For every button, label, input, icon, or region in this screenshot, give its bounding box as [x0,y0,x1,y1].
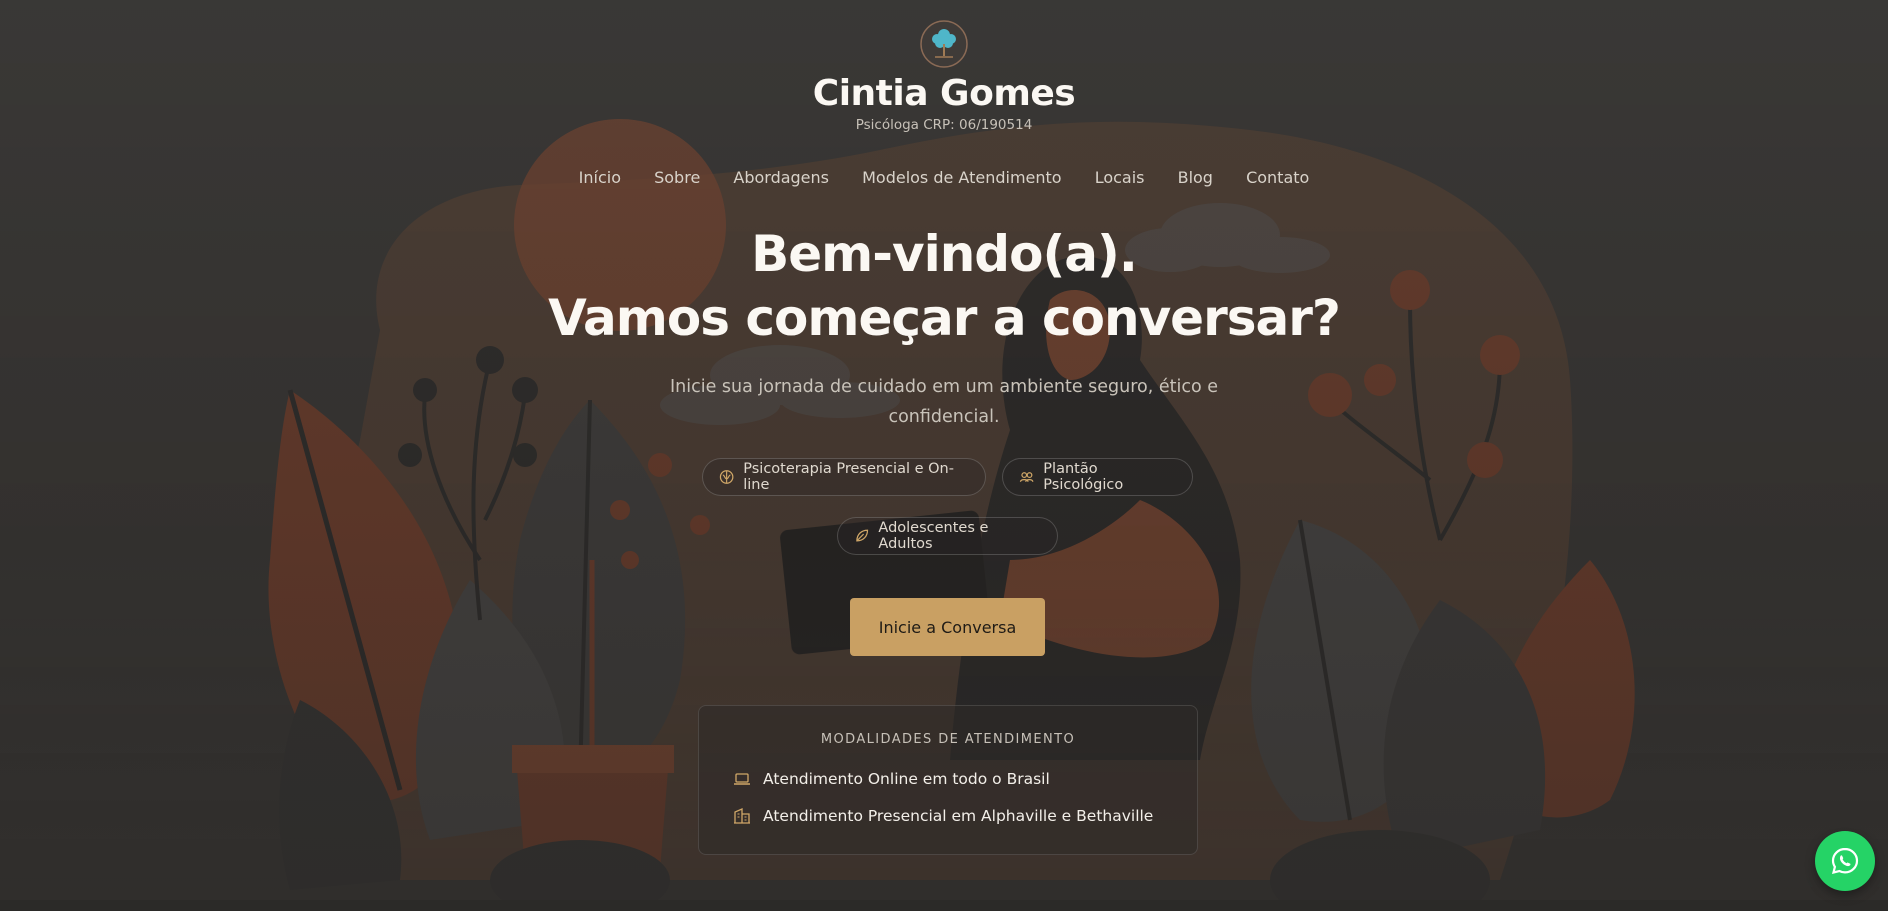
modalities-title: MODALIDADES DE ATENDIMENTO [820,732,1076,747]
headline-line-2: Vamos começar a conversar? [548,289,1341,347]
start-conversation-button[interactable]: Inicie a Conversa [850,598,1045,656]
nav-item-modelos[interactable]: Modelos de Atendimento [862,168,1062,187]
nav-item-inicio[interactable]: Início [579,168,621,187]
chip-psicoterapia[interactable]: Psicoterapia Presencial e On-line [702,458,986,496]
hero-subtitle: Inicie sua jornada de cuidado em um ambi… [669,377,1219,427]
laptop-icon [734,773,750,785]
chip-label: Psicoterapia Presencial e On-line [743,461,954,493]
brain-icon [719,470,734,484]
nav-item-sobre[interactable]: Sobre [654,168,700,187]
hero-headline: Bem-vindo(a). Vamos começar a conversar? [0,222,1888,350]
chip-label: Adolescentes e Adultos [878,520,989,552]
modality-label: Atendimento Presencial em Alphaville e B… [763,807,1154,825]
whatsapp-icon [1831,847,1859,875]
headline-line-1: Bem-vindo(a). [751,225,1138,283]
nav-item-locais[interactable]: Locais [1095,168,1145,187]
brand-subtitle: Psicóloga CRP: 06/190514 [855,117,1033,133]
nav-item-abordagens[interactable]: Abordagens [733,168,829,187]
people-icon [1019,472,1034,483]
building-icon [734,808,750,824]
chip-plantao[interactable]: Plantão Psicológico [1002,458,1193,496]
nav-item-blog[interactable]: Blog [1178,168,1213,187]
modalities-card: MODALIDADES DE ATENDIMENTO Atendimento O… [698,705,1198,855]
whatsapp-button[interactable] [1815,831,1875,891]
modality-online: Atendimento Online em todo o Brasil [733,770,1050,788]
site-header: Cintia Gomes Psicóloga CRP: 06/190514 [0,20,1888,133]
chip-adolescentes[interactable]: Adolescentes e Adultos [837,517,1058,555]
modality-presencial: Atendimento Presencial em Alphaville e B… [733,807,1153,825]
nav-item-contato[interactable]: Contato [1246,168,1309,187]
modality-label: Atendimento Online em todo o Brasil [763,770,1050,788]
chip-label: Plantão Psicológico [1043,461,1124,493]
brand-name[interactable]: Cintia Gomes [0,74,1888,114]
main-nav: Início Sobre Abordagens Modelos de Atend… [0,168,1888,187]
leaf-icon [856,529,869,542]
tree-logo-icon[interactable] [920,20,968,68]
